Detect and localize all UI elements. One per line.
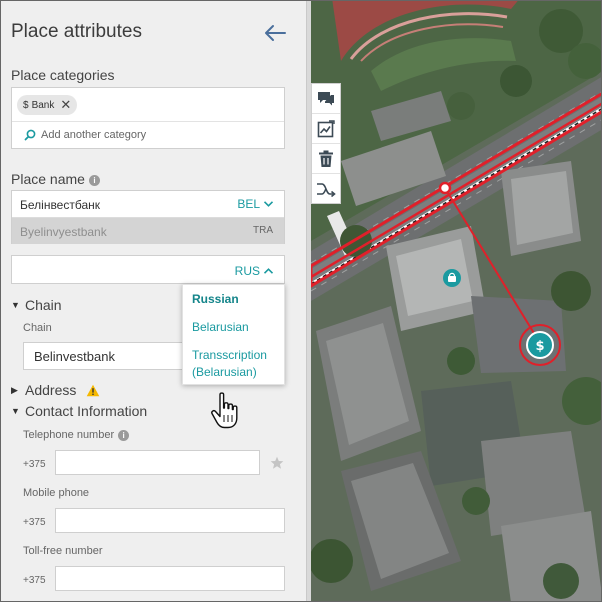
dropdown-option-belarusian[interactable]: Belarusian xyxy=(192,319,249,336)
chart-edit-icon xyxy=(317,119,335,137)
primary-name-row[interactable]: Белінвестбанк BEL xyxy=(12,191,284,218)
contact-section-toggle[interactable]: ▼ Contact Information xyxy=(11,403,147,419)
back-arrow-icon[interactable] xyxy=(263,23,287,43)
map-toolbar xyxy=(311,83,341,204)
delete-button[interactable] xyxy=(312,144,340,174)
map-canvas[interactable]: $ xyxy=(311,1,602,602)
tollfree-label: Toll-free number xyxy=(23,545,103,557)
category-chip-bank[interactable]: $ Bank ✕ xyxy=(17,95,78,115)
contact-section-title: Contact Information xyxy=(25,403,148,419)
place-name-label: Place name i xyxy=(11,171,100,187)
chevron-up-icon xyxy=(263,268,274,274)
caret-down-icon: ▼ xyxy=(11,300,20,310)
caret-right-icon: ▶ xyxy=(11,384,18,395)
categories-box: $ Bank ✕ Add another category xyxy=(11,87,285,149)
comment-button[interactable] xyxy=(312,84,340,114)
caret-down-icon: ▼ xyxy=(11,406,20,416)
dropdown-option-transcription[interactable]: Transscription (Belarusian) xyxy=(192,347,282,381)
mobile-input[interactable] xyxy=(55,508,285,533)
info-icon[interactable]: i xyxy=(118,429,130,441)
telephone-prefix: +375 xyxy=(23,459,46,470)
info-icon[interactable]: i xyxy=(88,174,100,186)
edit-chart-button[interactable] xyxy=(312,114,340,144)
add-category-input[interactable]: Add another category xyxy=(24,129,146,141)
primary-name-value: Белінвестбанк xyxy=(20,198,101,212)
tollfree-input[interactable] xyxy=(55,566,285,591)
dollar-icon: $ xyxy=(23,99,29,111)
route-button[interactable] xyxy=(312,174,340,204)
star-icon[interactable] xyxy=(270,456,284,470)
new-name-input[interactable]: RUS xyxy=(11,255,285,284)
chain-section-title: Chain xyxy=(25,297,62,313)
place-categories-label: Place categories xyxy=(11,67,115,83)
address-section-toggle[interactable]: ▶ Address xyxy=(11,382,100,398)
add-category-placeholder: Add another category xyxy=(41,129,147,141)
panel-title: Place attributes xyxy=(11,21,142,42)
telephone-label: Telephone number i xyxy=(23,429,130,441)
language-dropdown: Russian Belarusian Transscription (Belar… xyxy=(182,284,285,385)
comment-icon xyxy=(318,91,334,105)
remove-category-icon[interactable]: ✕ xyxy=(60,97,71,113)
mobile-prefix: +375 xyxy=(23,517,46,528)
place-name-box: Белінвестбанк BEL Byelinvyestbank TRA xyxy=(11,190,285,244)
tollfree-prefix: +375 xyxy=(23,575,46,586)
primary-language-select[interactable]: BEL xyxy=(237,197,274,211)
address-section-title: Address xyxy=(25,382,77,398)
search-icon xyxy=(24,129,36,141)
categories-divider xyxy=(12,121,284,122)
telephone-input[interactable] xyxy=(55,450,260,475)
transliteration-tag: TRA xyxy=(253,225,273,236)
chain-value: Belinvestbank xyxy=(34,349,115,364)
new-language-select[interactable]: RUS xyxy=(235,264,274,278)
telephone-label-text: Telephone number xyxy=(23,429,115,441)
mobile-label: Mobile phone xyxy=(23,487,90,499)
primary-language-value: BEL xyxy=(237,197,260,211)
hand-cursor-icon xyxy=(211,392,238,429)
transliteration-row: Byelinvyestbank TRA xyxy=(12,218,284,244)
chain-section-toggle[interactable]: ▼ Chain xyxy=(11,297,62,313)
chain-field-label: Chain xyxy=(23,322,52,334)
chain-input[interactable]: Belinvestbank xyxy=(23,342,183,370)
transliteration-value: Byelinvyestbank xyxy=(20,225,107,239)
dropdown-option-russian[interactable]: Russian xyxy=(192,291,239,308)
chevron-down-icon xyxy=(263,201,274,207)
trash-icon xyxy=(319,150,333,167)
route-icon xyxy=(317,183,336,197)
svg-text:$: $ xyxy=(535,339,544,354)
warning-icon xyxy=(87,384,100,396)
satellite-map[interactable]: $ xyxy=(311,1,602,602)
place-name-label-text: Place name xyxy=(11,171,85,187)
window-frame: Place attributes Place categories $ Bank… xyxy=(0,0,602,602)
category-chip-label: Bank xyxy=(31,99,55,111)
new-language-value: RUS xyxy=(234,264,260,278)
